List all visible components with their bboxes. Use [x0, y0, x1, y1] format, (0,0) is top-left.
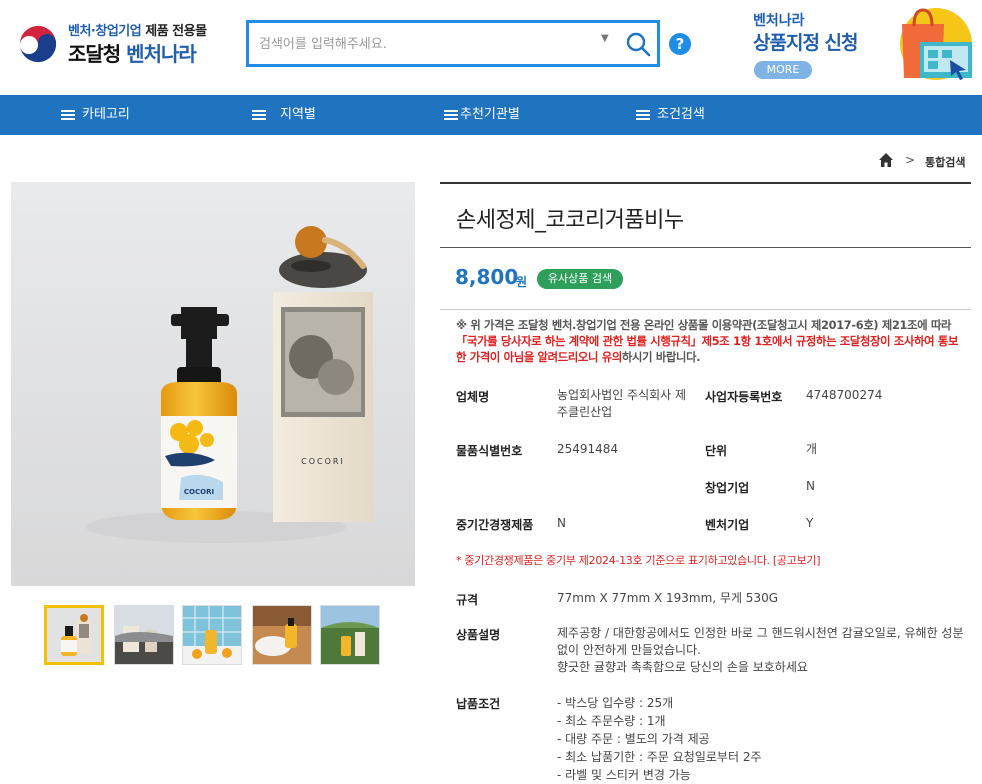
thumbnail-3[interactable] — [182, 605, 242, 665]
size-value: 77mm X 77mm X 193mm, 무게 530G — [557, 591, 779, 605]
nav-condition-search[interactable]: 조건검색 — [636, 95, 705, 135]
thumbnail-2[interactable] — [114, 605, 174, 665]
price-unit: 원 — [516, 275, 528, 289]
taegeuk-emblem-icon — [17, 23, 59, 65]
company-value: 농업회사법인 주식회사 제주클린산업 — [557, 388, 687, 419]
thumbnail-4[interactable] — [252, 605, 312, 665]
sme-notice[interactable]: * 중기간경쟁제품은 중기부 제2024-13호 기준으로 표기하고있습니다. … — [456, 552, 821, 568]
itemno-value: 25491484 — [557, 442, 619, 456]
sme-label: 중기간경쟁제품 — [456, 518, 534, 532]
venture-value: Y — [806, 516, 814, 530]
product-main-image[interactable]: COCORI COCORI — [11, 182, 415, 586]
promo-title: 상품지정 신청 — [753, 32, 858, 54]
main-nav: 카테고리 지역별 추천기관별 조건검색 — [0, 95, 982, 135]
unit-value: 개 — [806, 442, 818, 456]
promo-subtitle: 벤처나라 — [753, 13, 805, 29]
menu-icon — [444, 109, 458, 120]
product-description: 제주공항 / 대한항공에서도 인정한 바로 그 핸드워시천연 감귤오일로, 유해… — [557, 626, 964, 674]
menu-icon — [252, 109, 266, 120]
nav-category[interactable]: 카테고리 — [61, 95, 130, 135]
price-notice: ※ 위 가격은 조달청 벤처.창업기업 전용 온라인 상품몰 이용약관(조달청고… — [456, 319, 959, 364]
home-icon[interactable] — [878, 152, 894, 168]
product-thumbnails — [44, 605, 384, 667]
nav-recommended-agency[interactable]: 추천기관별 — [444, 95, 520, 135]
bizno-value: 4748700274 — [806, 388, 883, 402]
startup-label: 창업기업 — [705, 481, 750, 495]
chevron-right-icon: > — [905, 153, 916, 167]
itemno-label: 물품식별번호 — [456, 444, 523, 458]
bizno-label: 사업자등록번호 — [705, 390, 783, 404]
menu-icon — [61, 109, 75, 120]
list-item: - 대량 주문 : 별도의 가격 제공 — [557, 732, 710, 746]
search-icon[interactable] — [623, 29, 653, 59]
similar-products-button[interactable]: 유사상품 검색 — [537, 269, 623, 289]
svg-text:COCORI: COCORI — [184, 488, 214, 496]
site-header: 벤처·창업기업 제품 전용몰 조달청 벤처나라 ▼ ? 벤처나라 상품지정 신청… — [0, 0, 982, 95]
delivery-conditions: - 박스당 입수량 : 25개 - 최소 주문수량 : 1개 - 대량 주문 :… — [557, 694, 762, 784]
sme-value: N — [557, 516, 566, 530]
menu-icon — [636, 109, 650, 120]
delivery-label: 납품조건 — [456, 697, 501, 711]
list-item: - 라벨 및 스티커 변경 가능 — [557, 768, 691, 782]
logo-tagline: 벤처·창업기업 제품 전용몰 — [68, 24, 207, 39]
list-item: - 최소 주문수량 : 1개 — [557, 714, 666, 728]
shopping-bag-icon — [900, 8, 972, 80]
thumbnail-1[interactable] — [44, 605, 104, 665]
product-title: 손세정제_코코리거품비누 — [456, 208, 684, 233]
product-title-area: 손세정제_코코리거품비누 — [440, 182, 971, 248]
unit-label: 단위 — [705, 444, 728, 458]
size-label: 규격 — [456, 593, 479, 607]
price-row: 8,800 원 유사상품 검색 — [440, 249, 971, 310]
list-item: - 박스당 입수량 : 25개 — [557, 696, 674, 710]
promo-more-button[interactable]: MORE — [754, 61, 812, 79]
thumbnail-5[interactable] — [320, 605, 380, 665]
product-registration-promo[interactable]: 벤처나라 상품지정 신청 MORE — [753, 8, 893, 84]
description-label: 상품설명 — [456, 628, 501, 642]
product-price: 8,800 — [455, 265, 519, 289]
search-input[interactable] — [259, 32, 589, 56]
list-item: - 최소 납품기한 : 주문 요청일로부터 2주 — [557, 750, 762, 764]
logo-title: 조달청 벤처나라 — [68, 42, 197, 66]
search-box: ▼ — [246, 20, 660, 67]
nav-region[interactable]: 지역별 — [252, 95, 316, 135]
site-logo[interactable]: 벤처·창업기업 제품 전용몰 조달청 벤처나라 — [16, 18, 226, 68]
search-dropdown-icon[interactable]: ▼ — [601, 33, 609, 44]
company-label: 업체명 — [456, 390, 490, 404]
product-photo: COCORI COCORI — [86, 226, 373, 543]
svg-text:COCORI: COCORI — [301, 457, 345, 466]
startup-value: N — [806, 479, 815, 493]
venture-label: 벤처기업 — [705, 518, 750, 532]
help-button[interactable]: ? — [669, 33, 691, 55]
breadcrumb-current[interactable]: 통합검색 — [925, 154, 965, 170]
